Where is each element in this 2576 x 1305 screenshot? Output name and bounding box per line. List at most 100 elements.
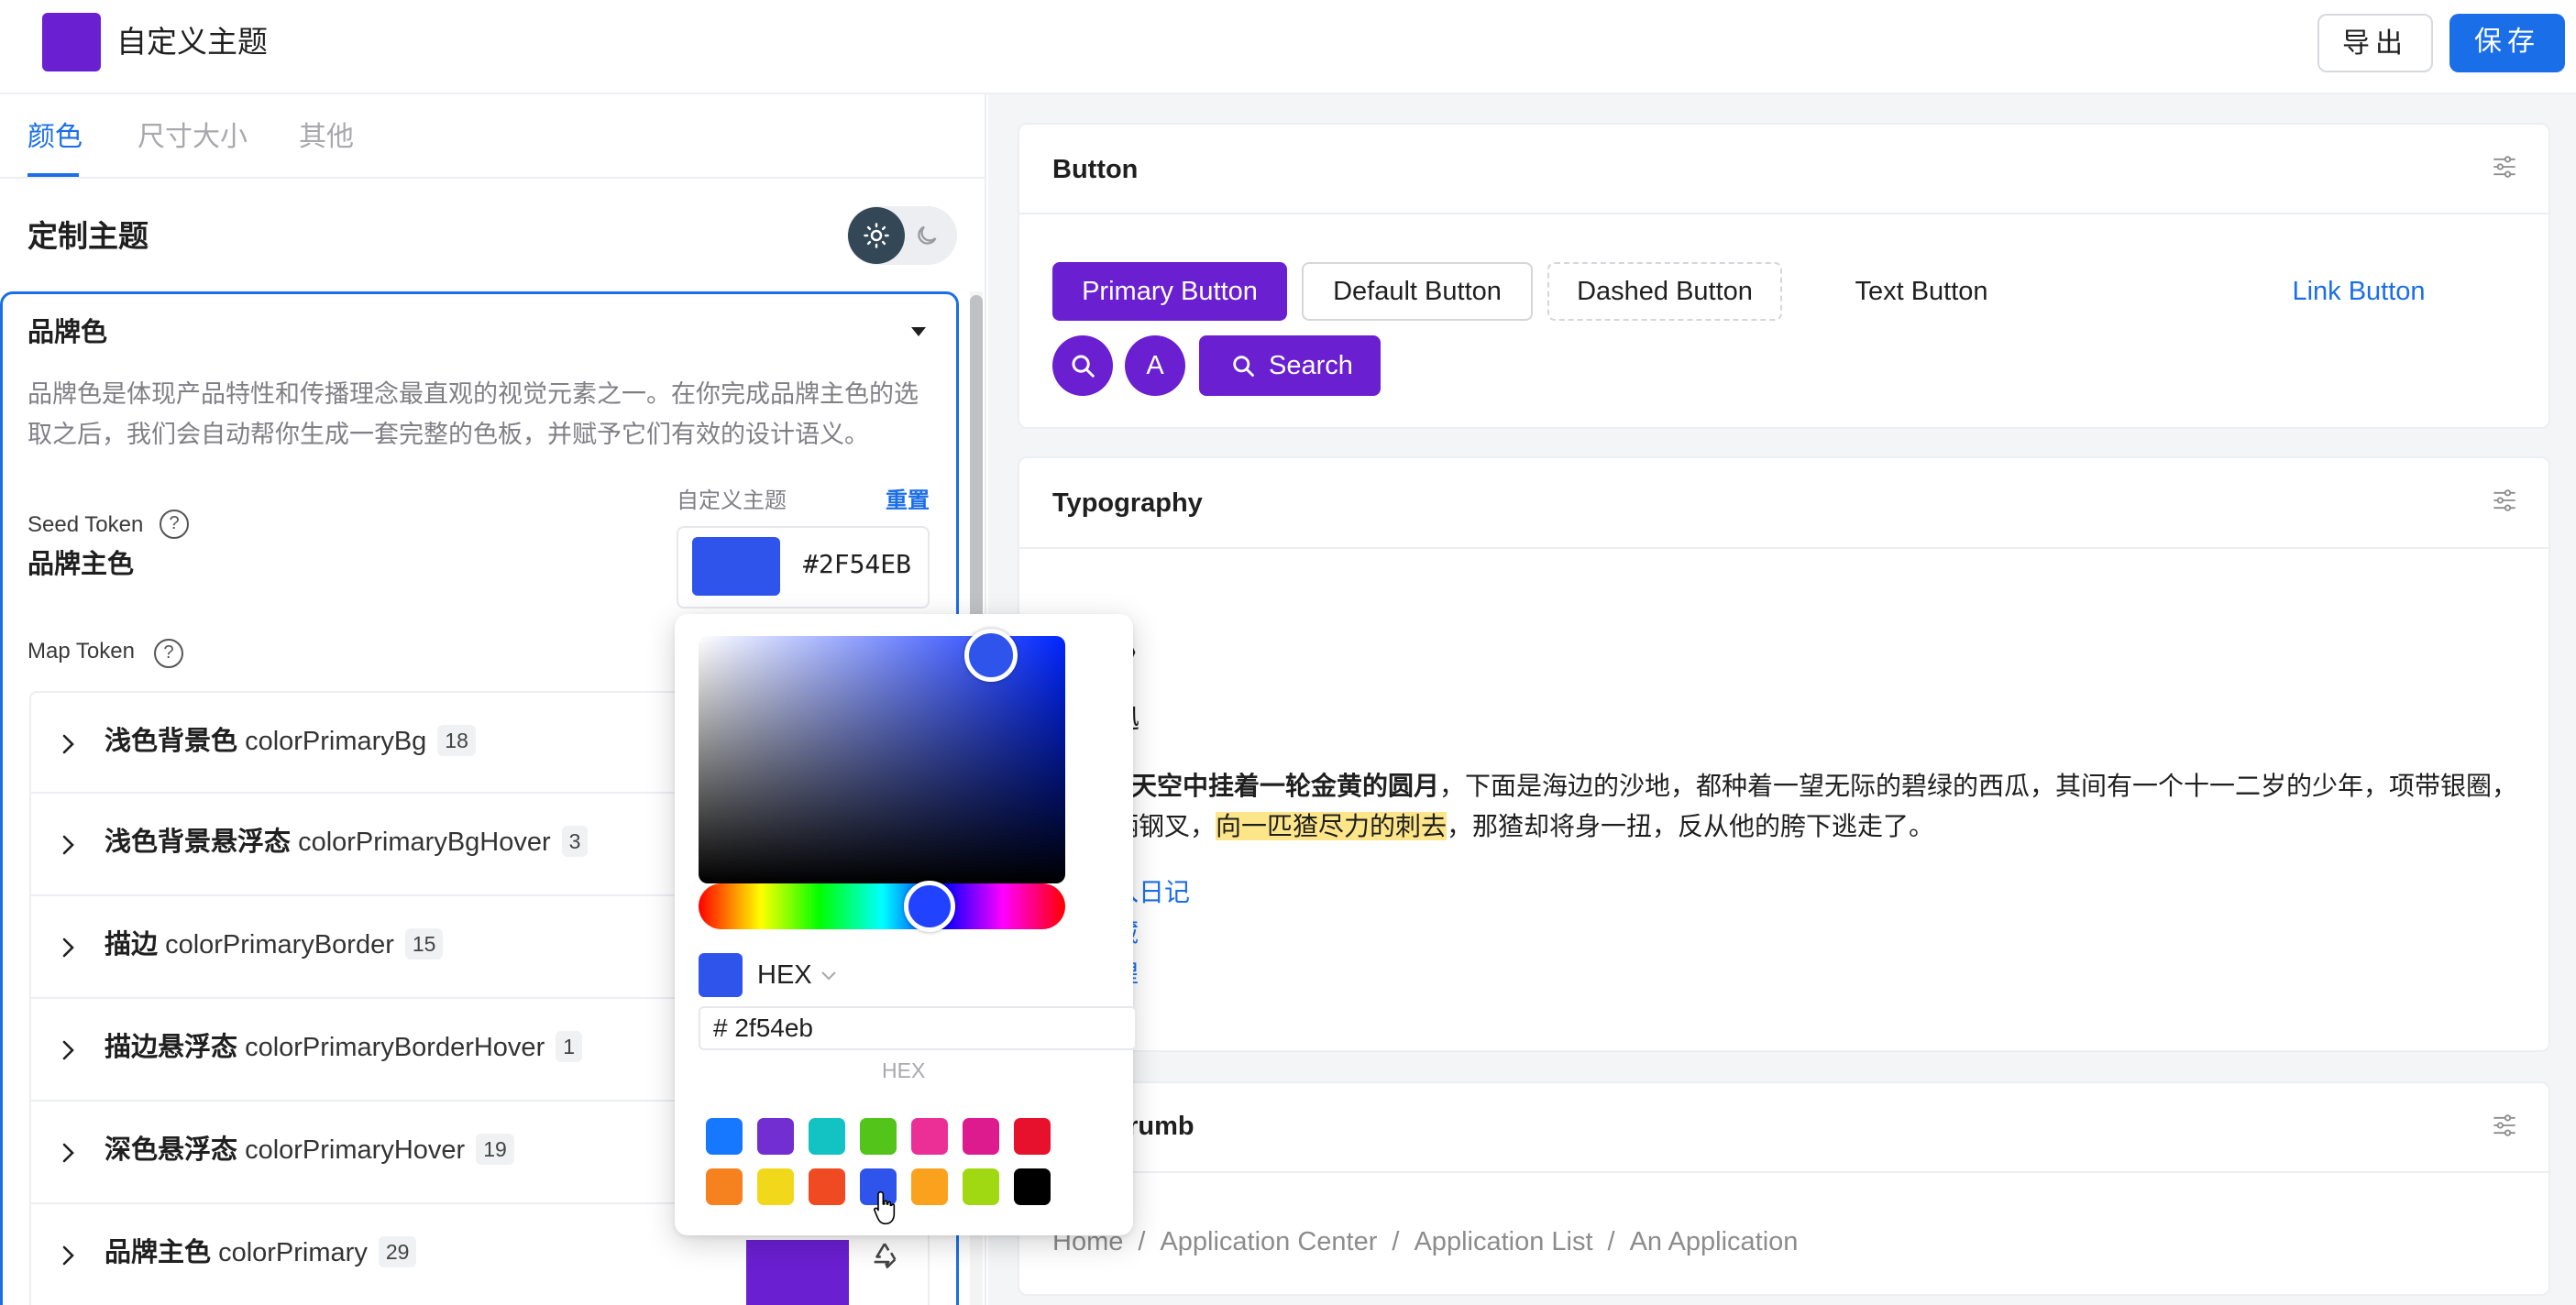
token-name: 品牌主色 (105, 1238, 212, 1267)
breadcrumb-demo-card (1018, 1081, 2550, 1296)
token-name: 描边悬浮态 (105, 1033, 238, 1062)
chevron-down-icon[interactable] (820, 966, 838, 984)
seed-token-name: 品牌主色 (28, 550, 135, 579)
token-count-badge: 3 (561, 826, 589, 857)
text-button[interactable]: Text Button (1797, 262, 2046, 321)
chevron-right-icon (62, 938, 74, 958)
preset-color-swatch[interactable] (706, 1118, 743, 1155)
tab-color[interactable]: 颜色 (28, 117, 83, 158)
preset-color-swatch[interactable] (757, 1168, 794, 1205)
link-button[interactable]: Link Button (2244, 262, 2473, 321)
current-color-swatch (699, 953, 743, 997)
save-button[interactable]: 保存 (2449, 14, 2565, 72)
token-key: colorPrimaryHover (245, 1135, 466, 1165)
caret-down-icon[interactable] (909, 323, 928, 341)
card-divider (1019, 213, 2548, 214)
tab-divider (0, 177, 986, 179)
token-name: 深色悬浮态 (105, 1135, 238, 1165)
hue-slider[interactable] (699, 883, 1065, 929)
preset-color-swatch[interactable] (963, 1118, 999, 1155)
brand-color-title: 品牌色 (28, 318, 108, 347)
hex-input[interactable] (699, 1006, 1137, 1050)
hand-pointer-icon (874, 1190, 896, 1225)
reset-link[interactable]: 重置 (886, 486, 930, 517)
sliders-icon[interactable] (2492, 154, 2517, 180)
typography-demo-card (1018, 456, 2550, 1052)
breadcrumb-separator: / (1607, 1227, 1615, 1256)
preset-color-swatch[interactable] (757, 1118, 794, 1155)
tab-other[interactable]: 其他 (299, 117, 354, 158)
bold-text: 天空中挂着一轮金黄的圆月 (1131, 772, 1440, 800)
seed-color-value: #2F54EB (803, 549, 912, 579)
light-mode-toggle[interactable] (848, 207, 905, 264)
token-name: 浅色背景悬浮态 (105, 828, 292, 857)
customize-theme-title: 定制主题 (28, 219, 149, 253)
tab-active-indicator (28, 173, 79, 177)
preset-color-swatch[interactable] (860, 1118, 897, 1155)
dashed-button[interactable]: Dashed Button (1547, 262, 1782, 321)
token-count-badge: 18 (437, 725, 476, 756)
sun-icon (864, 223, 889, 248)
circle-letter-button[interactable]: A (1125, 335, 1185, 396)
hex-caption: HEX (882, 1058, 926, 1082)
sliders-icon[interactable] (2492, 1113, 2517, 1138)
token-count-badge: 19 (476, 1134, 514, 1165)
export-button[interactable]: 导出 (2317, 14, 2433, 72)
highlighted-text: 向一匹猹尽力的刺去 (1216, 812, 1448, 840)
typography-paragraph-line: 天空中挂着一轮金黄的圆月，下面是海边的沙地，都种着一望无际的碧绿的西瓜，其间有一… (1131, 766, 2517, 806)
preset-color-swatch[interactable] (706, 1168, 743, 1205)
color-format-select[interactable]: HEX (757, 955, 812, 995)
token-key: colorPrimaryBg (245, 727, 427, 756)
breadcrumb-item[interactable]: Application Center (1160, 1227, 1377, 1256)
preset-color-swatch[interactable] (911, 1118, 948, 1155)
map-token-label: Map Token (28, 639, 135, 663)
seed-color-swatch[interactable] (692, 537, 780, 596)
preset-color-swatch[interactable] (963, 1168, 999, 1205)
preset-color-swatch[interactable] (809, 1168, 845, 1205)
token-name: 浅色背景色 (105, 727, 238, 756)
search-button[interactable]: Search (1199, 335, 1381, 396)
dark-mode-toggle[interactable] (908, 216, 946, 255)
preset-color-swatch[interactable] (1014, 1168, 1051, 1205)
chevron-right-icon (62, 1143, 74, 1163)
hue-handle[interactable] (904, 881, 955, 932)
cycle-icon[interactable] (869, 1240, 900, 1271)
typography-paragraph-line: 柄钢叉，向一匹猹尽力的刺去，那猹却将身一扭，反从他的胯下逃走了。 (1113, 806, 1934, 847)
chevron-right-icon (62, 835, 74, 855)
custom-theme-label: 自定义主题 (677, 488, 787, 513)
search-button-label: Search (1269, 351, 1353, 380)
paragraph-text: ，那猹却将身一扭，反从他的胯下逃走了。 (1447, 812, 1935, 840)
map-token-help-icon[interactable]: ? (154, 639, 183, 668)
breadcrumb-item[interactable]: Application List (1414, 1227, 1592, 1256)
sliders-icon[interactable] (2492, 488, 2517, 513)
color-primary-swatch[interactable] (746, 1240, 849, 1305)
tab-size[interactable]: 尺寸大小 (138, 117, 248, 158)
app-title: 自定义主题 (116, 25, 268, 59)
card-divider (1019, 547, 2548, 549)
token-key: colorPrimaryBorder (165, 930, 394, 960)
primary-button[interactable]: Primary Button (1052, 262, 1287, 321)
scrollbar-thumb[interactable] (970, 295, 983, 625)
saturation-handle[interactable] (964, 629, 1018, 682)
moon-icon (918, 225, 937, 245)
token-count-badge: 29 (378, 1236, 417, 1267)
circle-search-button[interactable] (1052, 335, 1113, 396)
preset-color-swatch[interactable] (1014, 1118, 1051, 1155)
breadcrumb-separator: / (1138, 1227, 1146, 1256)
breadcrumb-separator: / (1392, 1227, 1400, 1256)
chevron-right-icon (62, 734, 74, 754)
button-card-title: Button (1052, 155, 1139, 184)
preset-color-swatch[interactable] (809, 1118, 845, 1155)
chevron-right-icon (62, 1040, 74, 1060)
paragraph-text: ，下面是海边的沙地，都种着一望无际的碧绿的西瓜，其间有一个十一二岁的少年，项带银… (1439, 772, 2518, 800)
token-key: colorPrimaryBgHover (298, 828, 551, 857)
seed-token-help-icon[interactable]: ? (160, 510, 189, 539)
brand-color-description: 品牌色是体现产品特性和传播理念最直观的视觉元素之一。在你完成品牌主色的选取之后，… (28, 380, 919, 448)
breadcrumb: Home / Application Center / Application List… (1052, 1223, 1798, 1261)
token-count-badge: 1 (556, 1031, 583, 1062)
default-button[interactable]: Default Button (1302, 262, 1533, 321)
app-logo (42, 13, 101, 71)
token-key: colorPrimaryBorderHover (245, 1033, 545, 1062)
typography-card-title: Typography (1052, 488, 1203, 518)
preset-color-swatch[interactable] (911, 1168, 948, 1205)
